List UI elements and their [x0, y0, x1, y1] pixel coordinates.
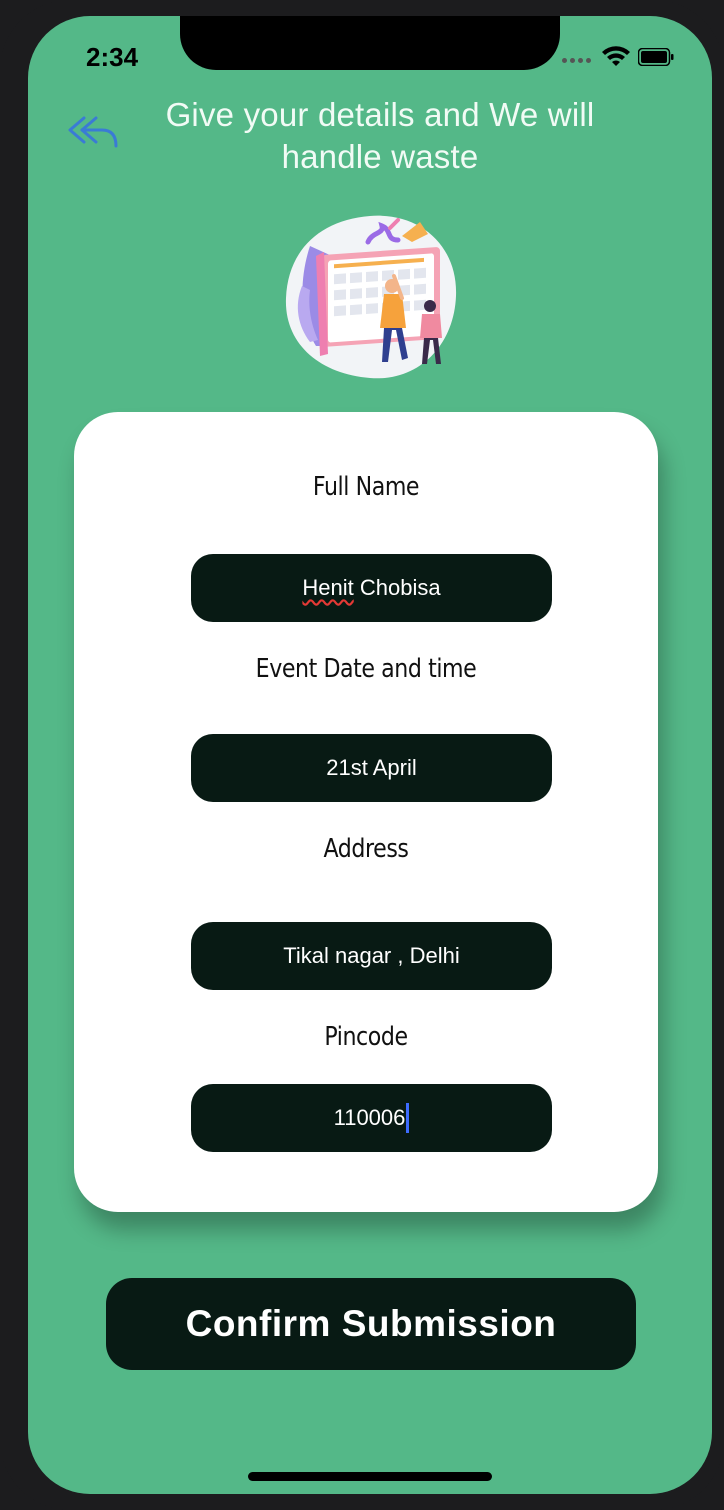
home-indicator: [248, 1472, 492, 1481]
full-name-value-first: Henit: [302, 575, 354, 600]
status-time: 2:34: [86, 42, 139, 72]
calendar-illustration: [285, 215, 457, 379]
app-screen: 2:34 Give your details and We will handl…: [28, 16, 712, 1494]
device-notch: [180, 16, 560, 70]
pincode-input[interactable]: 110006: [191, 1084, 552, 1152]
full-name-input[interactable]: Henit Chobisa: [191, 554, 552, 622]
page-title-line1: Give your details and We will: [165, 96, 595, 133]
address-value: Tikal nagar , Delhi: [283, 943, 460, 968]
confirm-submission-button[interactable]: Confirm Submission: [106, 1278, 636, 1370]
signal-icon: [562, 58, 591, 63]
double-reply-arrow-icon[interactable]: [68, 112, 120, 152]
full-name-value-rest: Chobisa: [353, 575, 441, 600]
status-icons: [562, 46, 682, 70]
battery-icon: [638, 48, 674, 66]
page-title: Give your details and We will handle was…: [138, 94, 622, 178]
page-title-line2: handle waste: [281, 138, 479, 175]
event-date-label: Event Date and time: [255, 654, 477, 684]
text-caret: [406, 1103, 410, 1133]
pincode-value: 110006: [333, 1105, 406, 1130]
address-input[interactable]: Tikal nagar , Delhi: [191, 922, 552, 990]
phone-frame: 2:34 Give your details and We will handl…: [0, 0, 724, 1510]
event-date-input[interactable]: 21st April: [191, 734, 552, 802]
event-date-value: 21st April: [326, 755, 417, 780]
details-form-card: Full Name Henit Chobisa Event Date and t…: [74, 412, 658, 1212]
wifi-icon: [602, 46, 630, 66]
address-label: Address: [323, 834, 409, 864]
full-name-label: Full Name: [312, 472, 420, 502]
pincode-label: Pincode: [324, 1022, 408, 1052]
